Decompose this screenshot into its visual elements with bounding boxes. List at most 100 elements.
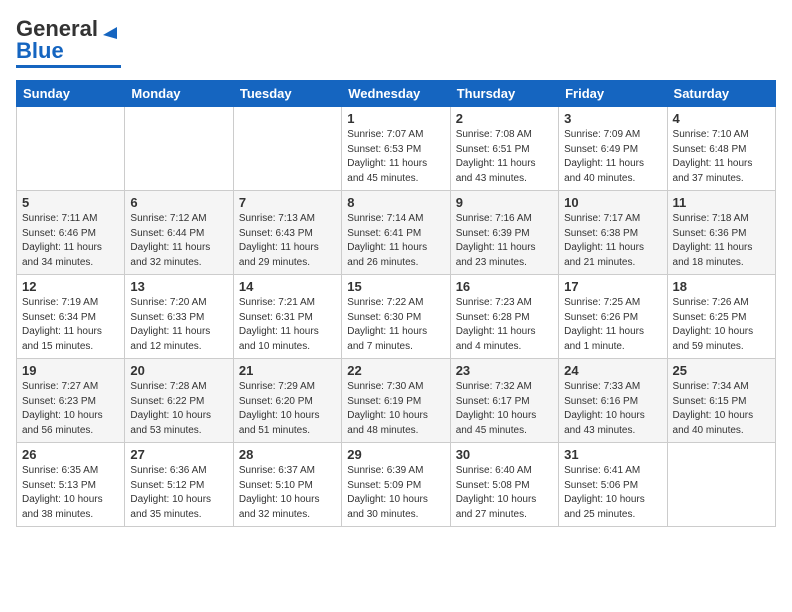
calendar-cell: 9 Sunrise: 7:16 AM Sunset: 6:39 PM Daylig… xyxy=(450,191,558,275)
day-info: Sunrise: 7:08 AM Sunset: 6:51 PM Dayligh… xyxy=(456,128,553,186)
calendar-cell: 31 Sunrise: 6:41 AM Sunset: 5:06 PM Dayli… xyxy=(559,443,667,527)
day-number: 6 xyxy=(130,195,227,210)
day-number: 20 xyxy=(130,363,227,378)
calendar-cell: 17Sunrise: 7:25 AM Sunset: 6:26 PM Dayli… xyxy=(559,275,667,359)
day-info: Sunrise: 7:14 AM Sunset: 6:41 PM Dayligh… xyxy=(347,212,444,270)
calendar-cell: 22 Sunrise: 7:30 AM Sunset: 6:19 PM Dayli… xyxy=(342,359,450,443)
day-info: Sunrise: 7:26 AM Sunset: 6:25 PM Dayligh… xyxy=(673,296,770,354)
day-number: 31 xyxy=(564,447,661,462)
calendar-cell: 19 Sunrise: 7:27 AM Sunset: 6:23 PM Dayli… xyxy=(17,359,125,443)
day-info: Sunrise: 6:36 AM Sunset: 5:12 PM Dayligh… xyxy=(130,464,227,522)
calendar-cell: 13 Sunrise: 7:20 AM Sunset: 6:33 PM Dayli… xyxy=(125,275,233,359)
calendar-cell: 21Sunrise: 7:29 AM Sunset: 6:20 PM Dayli… xyxy=(233,359,341,443)
calendar-cell: 14 Sunrise: 7:21 AM Sunset: 6:31 PM Dayli… xyxy=(233,275,341,359)
day-info: Sunrise: 6:40 AM Sunset: 5:08 PM Dayligh… xyxy=(456,464,553,522)
day-number: 23 xyxy=(456,363,553,378)
day-info: Sunrise: 7:33 AM Sunset: 6:16 PM Dayligh… xyxy=(564,380,661,438)
calendar-cell xyxy=(233,107,341,191)
day-number: 1 xyxy=(347,111,444,126)
day-number: 12 xyxy=(22,279,119,294)
day-number: 10 xyxy=(564,195,661,210)
calendar-table: SundayMondayTuesdayWednesdayThursdayFrid… xyxy=(16,80,776,527)
day-of-week-header: Monday xyxy=(125,81,233,107)
day-number: 13 xyxy=(130,279,227,294)
day-number: 2 xyxy=(456,111,553,126)
day-info: Sunrise: 6:39 AM Sunset: 5:09 PM Dayligh… xyxy=(347,464,444,522)
day-number: 11 xyxy=(673,195,770,210)
day-info: Sunrise: 7:13 AM Sunset: 6:43 PM Dayligh… xyxy=(239,212,336,270)
day-info: Sunrise: 7:19 AM Sunset: 6:34 PM Dayligh… xyxy=(22,296,119,354)
day-info: Sunrise: 6:37 AM Sunset: 5:10 PM Dayligh… xyxy=(239,464,336,522)
calendar-week-row: 26Sunrise: 6:35 AM Sunset: 5:13 PM Dayli… xyxy=(17,443,776,527)
day-info: Sunrise: 7:07 AM Sunset: 6:53 PM Dayligh… xyxy=(347,128,444,186)
calendar-cell: 28Sunrise: 6:37 AM Sunset: 5:10 PM Dayli… xyxy=(233,443,341,527)
calendar-cell: 15 Sunrise: 7:22 AM Sunset: 6:30 PM Dayli… xyxy=(342,275,450,359)
calendar-cell: 24 Sunrise: 7:33 AM Sunset: 6:16 PM Dayli… xyxy=(559,359,667,443)
calendar-cell: 18 Sunrise: 7:26 AM Sunset: 6:25 PM Dayli… xyxy=(667,275,775,359)
day-info: Sunrise: 7:20 AM Sunset: 6:33 PM Dayligh… xyxy=(130,296,227,354)
calendar-cell: 25Sunrise: 7:34 AM Sunset: 6:15 PM Dayli… xyxy=(667,359,775,443)
day-info: Sunrise: 7:28 AM Sunset: 6:22 PM Dayligh… xyxy=(130,380,227,438)
day-info: Sunrise: 7:30 AM Sunset: 6:19 PM Dayligh… xyxy=(347,380,444,438)
day-info: Sunrise: 7:32 AM Sunset: 6:17 PM Dayligh… xyxy=(456,380,553,438)
day-number: 19 xyxy=(22,363,119,378)
day-of-week-header: Thursday xyxy=(450,81,558,107)
calendar-cell xyxy=(667,443,775,527)
calendar-header-row: SundayMondayTuesdayWednesdayThursdayFrid… xyxy=(17,81,776,107)
calendar-cell: 26Sunrise: 6:35 AM Sunset: 5:13 PM Dayli… xyxy=(17,443,125,527)
calendar-cell: 10Sunrise: 7:17 AM Sunset: 6:38 PM Dayli… xyxy=(559,191,667,275)
calendar-cell: 12 Sunrise: 7:19 AM Sunset: 6:34 PM Dayli… xyxy=(17,275,125,359)
calendar-cell: 8Sunrise: 7:14 AM Sunset: 6:41 PM Daylig… xyxy=(342,191,450,275)
day-of-week-header: Wednesday xyxy=(342,81,450,107)
calendar-week-row: 12 Sunrise: 7:19 AM Sunset: 6:34 PM Dayli… xyxy=(17,275,776,359)
day-info: Sunrise: 7:09 AM Sunset: 6:49 PM Dayligh… xyxy=(564,128,661,186)
day-number: 4 xyxy=(673,111,770,126)
calendar-cell: 11 Sunrise: 7:18 AM Sunset: 6:36 PM Dayli… xyxy=(667,191,775,275)
day-number: 18 xyxy=(673,279,770,294)
day-info: Sunrise: 7:18 AM Sunset: 6:36 PM Dayligh… xyxy=(673,212,770,270)
day-info: Sunrise: 7:22 AM Sunset: 6:30 PM Dayligh… xyxy=(347,296,444,354)
day-of-week-header: Friday xyxy=(559,81,667,107)
calendar-cell: 7 Sunrise: 7:13 AM Sunset: 6:43 PM Daylig… xyxy=(233,191,341,275)
day-info: Sunrise: 7:12 AM Sunset: 6:44 PM Dayligh… xyxy=(130,212,227,270)
day-info: Sunrise: 6:41 AM Sunset: 5:06 PM Dayligh… xyxy=(564,464,661,522)
day-number: 7 xyxy=(239,195,336,210)
calendar-cell xyxy=(17,107,125,191)
day-number: 14 xyxy=(239,279,336,294)
day-info: Sunrise: 7:10 AM Sunset: 6:48 PM Dayligh… xyxy=(673,128,770,186)
calendar-cell: 29Sunrise: 6:39 AM Sunset: 5:09 PM Dayli… xyxy=(342,443,450,527)
logo-blue-text: Blue xyxy=(16,38,64,63)
day-number: 9 xyxy=(456,195,553,210)
day-number: 3 xyxy=(564,111,661,126)
calendar-cell: 27Sunrise: 6:36 AM Sunset: 5:12 PM Dayli… xyxy=(125,443,233,527)
calendar-cell: 3 Sunrise: 7:09 AM Sunset: 6:49 PM Daylig… xyxy=(559,107,667,191)
logo-underline xyxy=(16,65,121,68)
page-header: General Blue xyxy=(16,16,776,68)
day-number: 22 xyxy=(347,363,444,378)
calendar-cell: 1 Sunrise: 7:07 AM Sunset: 6:53 PM Daylig… xyxy=(342,107,450,191)
day-info: Sunrise: 6:35 AM Sunset: 5:13 PM Dayligh… xyxy=(22,464,119,522)
day-info: Sunrise: 7:21 AM Sunset: 6:31 PM Dayligh… xyxy=(239,296,336,354)
calendar-cell: 5Sunrise: 7:11 AM Sunset: 6:46 PM Daylig… xyxy=(17,191,125,275)
calendar-cell: 6 Sunrise: 7:12 AM Sunset: 6:44 PM Daylig… xyxy=(125,191,233,275)
day-info: Sunrise: 7:27 AM Sunset: 6:23 PM Dayligh… xyxy=(22,380,119,438)
day-number: 30 xyxy=(456,447,553,462)
calendar-week-row: 1 Sunrise: 7:07 AM Sunset: 6:53 PM Daylig… xyxy=(17,107,776,191)
calendar-cell: 23 Sunrise: 7:32 AM Sunset: 6:17 PM Dayli… xyxy=(450,359,558,443)
day-number: 16 xyxy=(456,279,553,294)
day-of-week-header: Tuesday xyxy=(233,81,341,107)
calendar-cell xyxy=(125,107,233,191)
day-number: 24 xyxy=(564,363,661,378)
day-of-week-header: Saturday xyxy=(667,81,775,107)
day-info: Sunrise: 7:23 AM Sunset: 6:28 PM Dayligh… xyxy=(456,296,553,354)
day-number: 17 xyxy=(564,279,661,294)
calendar-cell: 4 Sunrise: 7:10 AM Sunset: 6:48 PM Daylig… xyxy=(667,107,775,191)
calendar-cell: 20 Sunrise: 7:28 AM Sunset: 6:22 PM Dayli… xyxy=(125,359,233,443)
day-info: Sunrise: 7:29 AM Sunset: 6:20 PM Dayligh… xyxy=(239,380,336,438)
day-info: Sunrise: 7:16 AM Sunset: 6:39 PM Dayligh… xyxy=(456,212,553,270)
calendar-cell: 2 Sunrise: 7:08 AM Sunset: 6:51 PM Daylig… xyxy=(450,107,558,191)
day-of-week-header: Sunday xyxy=(17,81,125,107)
calendar-cell: 30 Sunrise: 6:40 AM Sunset: 5:08 PM Dayli… xyxy=(450,443,558,527)
day-number: 25 xyxy=(673,363,770,378)
day-number: 15 xyxy=(347,279,444,294)
